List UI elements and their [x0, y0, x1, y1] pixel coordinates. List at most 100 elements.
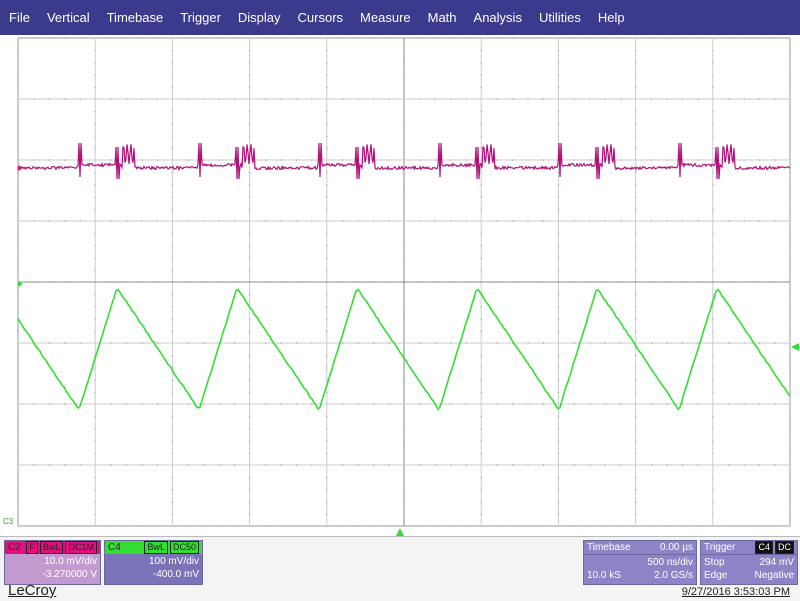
- trigger-descriptor[interactable]: Trigger C4 DC Stop 294 mV Edge Negative: [700, 540, 798, 585]
- grid-dot: [326, 111, 328, 112]
- grid-dot: [557, 62, 559, 63]
- grid-dot: [64, 220, 65, 222]
- grid-dot: [635, 355, 637, 356]
- grid-dot: [712, 428, 714, 429]
- menu-vertical[interactable]: Vertical: [38, 0, 98, 35]
- grid-dot: [419, 464, 420, 466]
- grid-dot: [94, 197, 96, 198]
- menu-timebase[interactable]: Timebase: [98, 0, 172, 35]
- grid-dot: [728, 525, 729, 527]
- grid-dot: [712, 111, 714, 112]
- grid-dot: [64, 403, 65, 405]
- grid-dot: [80, 37, 81, 39]
- grid-dot: [157, 159, 158, 161]
- grid-dot: [265, 342, 266, 344]
- grid-dot: [574, 464, 575, 466]
- grid-dot: [450, 464, 451, 466]
- grid-dot: [605, 98, 606, 100]
- grid-dot: [651, 342, 652, 344]
- grid-dot: [712, 331, 714, 332]
- grid-dot: [744, 37, 745, 39]
- grid-dot: [697, 525, 698, 527]
- menu-measure[interactable]: Measure: [351, 0, 419, 35]
- scope-screen[interactable]: C3: [0, 35, 800, 536]
- menu-math[interactable]: Math: [419, 0, 465, 35]
- grid-dot: [635, 477, 637, 478]
- grid-dot: [296, 403, 297, 405]
- grid-dot: [249, 233, 251, 234]
- grid-dot: [635, 270, 637, 271]
- grid-dot: [326, 136, 328, 137]
- grid-dot: [480, 62, 482, 63]
- grid-dot: [203, 525, 204, 527]
- grid-dot: [342, 37, 343, 39]
- timebase-descriptor[interactable]: Timebase 0.00 µs 500 ns/div 10.0 kS 2.0 …: [583, 540, 697, 585]
- grid-dot: [17, 306, 19, 307]
- grid-dot: [249, 136, 251, 137]
- grid-dot: [17, 380, 19, 381]
- c4-tag-bwl: BwL: [144, 541, 168, 554]
- grid-dot: [403, 111, 405, 112]
- menu-help[interactable]: Help: [589, 0, 633, 35]
- grid-dot: [326, 514, 328, 515]
- timebase-delay: 0.00 µs: [660, 541, 693, 554]
- c2-offset: -3.270000 V: [8, 568, 97, 581]
- grid-dot: [249, 319, 251, 320]
- grid-dot: [789, 50, 791, 51]
- trigger-mode: Stop: [704, 556, 725, 569]
- menu-cursors[interactable]: Cursors: [289, 0, 352, 35]
- grid-dot: [64, 464, 65, 466]
- grid-dot: [697, 281, 698, 283]
- grid-dot: [203, 464, 204, 466]
- grid-dot: [635, 123, 637, 124]
- grid-dot: [171, 209, 173, 210]
- grid-dot: [759, 525, 760, 527]
- menu-utilities[interactable]: Utilities: [530, 0, 589, 35]
- menu-display[interactable]: Display: [229, 0, 289, 35]
- trigger-type: Edge: [704, 569, 727, 582]
- grid-dot: [17, 367, 19, 368]
- grid-dot: [480, 392, 482, 393]
- grid-dot: [249, 392, 251, 393]
- c2-descriptor[interactable]: C2 F BwL DC1M 10.0 mV/div -3.270000 V: [4, 540, 101, 585]
- grid-dot: [635, 87, 637, 88]
- grid-dot: [419, 281, 420, 283]
- grid-dot: [403, 367, 405, 368]
- grid-dot: [512, 281, 513, 283]
- grid-dot: [326, 245, 328, 246]
- grid-dot: [326, 306, 328, 307]
- grid-dot: [528, 342, 529, 344]
- grid-dot: [712, 50, 714, 51]
- grid-dot: [789, 209, 791, 210]
- grid-dot: [188, 403, 189, 405]
- grid-dot: [280, 98, 281, 100]
- grid-dot: [142, 464, 143, 466]
- grid-dot: [480, 245, 482, 246]
- grid-dot: [512, 403, 513, 405]
- grid-dot: [94, 148, 96, 149]
- grid-dot: [373, 403, 374, 405]
- grid-dot: [33, 464, 34, 466]
- grid-dot: [49, 403, 50, 405]
- grid-dot: [403, 197, 405, 198]
- grid-dot: [759, 281, 760, 283]
- grid-dot: [358, 464, 359, 466]
- grid-dot: [389, 159, 390, 161]
- grid-dot: [635, 428, 637, 429]
- grid-dot: [744, 159, 745, 161]
- grid-dot: [789, 428, 791, 429]
- menu-analysis[interactable]: Analysis: [465, 0, 530, 35]
- c4-descriptor[interactable]: C4 BwL DC50 100 mV/div -400.0 mV: [104, 540, 203, 585]
- grid-dot: [480, 136, 482, 137]
- menu-trigger[interactable]: Trigger: [171, 0, 229, 35]
- grid-dot: [682, 464, 683, 466]
- grid-dot: [126, 525, 127, 527]
- grid-dot: [342, 281, 343, 283]
- grid-dot: [111, 464, 112, 466]
- grid-dot: [543, 281, 544, 283]
- menu-file[interactable]: File: [0, 0, 38, 35]
- grid-dot: [358, 37, 359, 39]
- grid-dot: [280, 403, 281, 405]
- grid-dot: [326, 392, 328, 393]
- grid-dot: [789, 148, 791, 149]
